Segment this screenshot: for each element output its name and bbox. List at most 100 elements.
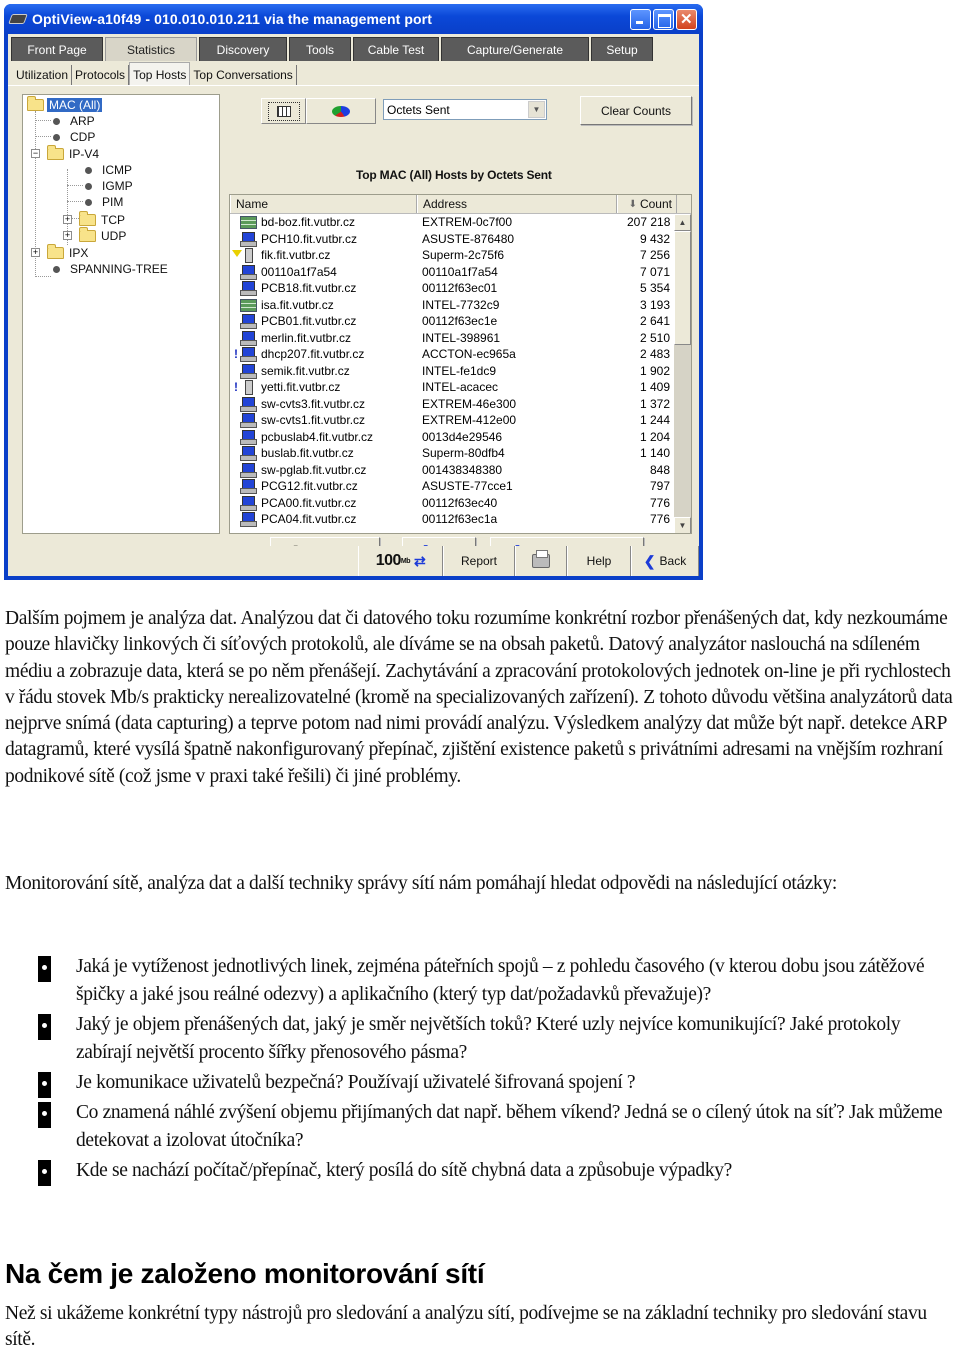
protocol-dot-icon: [53, 265, 60, 273]
clear-counts-button[interactable]: Clear Counts: [580, 96, 692, 125]
cell-count: 7 256: [639, 248, 670, 263]
paragraph-section-intro: Než si ukážeme konkrétní typy nástrojů p…: [5, 1303, 927, 1351]
pie-chart-icon: [332, 105, 350, 117]
table-row[interactable]: isa.fit.vutbr.cz INTEL-7732c9 3 193: [230, 297, 691, 314]
table-view-button[interactable]: [261, 98, 306, 124]
protocol-tree[interactable]: MAC (All) ARP CDP − IP-V4 ICMP IGMP PIM …: [22, 94, 220, 534]
table-row[interactable]: fik.fit.vutbr.cz Superm-2c75f6 7 256: [230, 247, 691, 264]
column-header-address[interactable]: Address: [417, 195, 617, 213]
tree-node-arp[interactable]: ARP: [49, 113, 97, 129]
alert-icon: !: [234, 347, 238, 361]
table-row[interactable]: pcbuslab4.fit.vutbr.cz 0013d4e29546 1 204: [230, 429, 691, 446]
table-row[interactable]: ! dhcp207.fit.vutbr.cz ACCTON-ec965a 2 483: [230, 346, 691, 363]
subtab-top-hosts[interactable]: Top Hosts: [129, 62, 191, 85]
cell-name: PCH10.fit.vutbr.cz: [230, 231, 417, 247]
table-row[interactable]: PCA04.fit.vutbr.cz 00112f63ec1a 776: [230, 511, 691, 528]
window-title: OptiView-a10f49 - 010.010.010.211 via th…: [32, 11, 432, 27]
tab-setup[interactable]: Setup: [591, 37, 653, 61]
table-row[interactable]: PCB01.fit.vutbr.cz 00112f63ec1e 2 641: [230, 313, 691, 330]
table-row[interactable]: ! yetti.fit.vutbr.cz INTEL-acacec 1 409: [230, 379, 691, 396]
report-button[interactable]: Report: [443, 546, 515, 576]
tree-node-pim[interactable]: PIM: [81, 194, 125, 210]
tree-node-tcp[interactable]: TCP: [79, 211, 127, 228]
scroll-up-icon[interactable]: ▲: [674, 214, 691, 231]
tree-node-cdp[interactable]: CDP: [49, 129, 97, 145]
tree-node-ipx[interactable]: IPX: [47, 244, 90, 261]
chart-view-button[interactable]: [306, 98, 376, 124]
expand-icon[interactable]: +: [31, 248, 40, 257]
tab-statistics[interactable]: Statistics: [105, 37, 197, 61]
window-client: Front Page Statistics Discovery Tools Ca…: [8, 34, 699, 576]
tree-node-udp[interactable]: UDP: [79, 227, 128, 244]
bullet-icon: [38, 1014, 51, 1040]
link-speed-indicator[interactable]: 100 Mb ⇄: [358, 546, 443, 576]
cell-count: 7 071: [639, 264, 670, 279]
duplex-arrows-icon: ⇄: [414, 552, 426, 569]
subtab-top-conversations[interactable]: Top Conversations: [190, 65, 297, 85]
view-toggle-group: [261, 98, 376, 124]
cell-address: INTEL-7732c9: [422, 297, 500, 312]
cell-address: Superm-80dfb4: [422, 446, 505, 461]
tab-tools[interactable]: Tools: [289, 37, 351, 61]
switch-icon: [240, 298, 257, 312]
tree-node-igmp[interactable]: IGMP: [81, 178, 135, 194]
back-button[interactable]: ❮ Back: [631, 546, 699, 576]
list-item: Jaký je objem přenášených dat, jaký je s…: [0, 1011, 960, 1067]
print-button[interactable]: [515, 546, 567, 576]
tab-front-page[interactable]: Front Page: [11, 37, 103, 61]
protocol-dot-icon: [85, 182, 92, 190]
title-bar[interactable]: OptiView-a10f49 - 010.010.010.211 via th…: [4, 4, 703, 34]
workstation-icon: [240, 462, 257, 478]
maximize-button[interactable]: [653, 8, 674, 30]
table-row[interactable]: semik.fit.vutbr.cz INTEL-fe1dc9 1 902: [230, 363, 691, 380]
cell-name: PCA00.fit.vutbr.cz: [230, 495, 417, 511]
cell-address: 00110a1f7a54: [422, 264, 498, 279]
expand-icon[interactable]: +: [63, 215, 72, 224]
cell-name: dhcp207.fit.vutbr.cz: [230, 347, 417, 363]
cell-name: buslab.fit.vutbr.cz: [230, 446, 417, 462]
table-row[interactable]: PCG12.fit.vutbr.cz ASUSTE-77cce1 797: [230, 478, 691, 495]
bullet-icon: [38, 1160, 51, 1186]
column-header-count[interactable]: ⬇ Count: [617, 195, 677, 213]
table-row[interactable]: PCB18.fit.vutbr.cz 00112f63ec01 5 354: [230, 280, 691, 297]
cell-name: sw-pglab.fit.vutbr.cz: [230, 462, 417, 478]
scroll-thumb[interactable]: [674, 231, 691, 345]
table-row[interactable]: merlin.fit.vutbr.cz INTEL-398961 2 510: [230, 330, 691, 347]
vertical-scrollbar[interactable]: ▲ ▼: [674, 214, 691, 533]
tree-node-spanning-tree[interactable]: SPANNING-TREE: [49, 261, 170, 277]
table-row[interactable]: sw-pglab.fit.vutbr.cz 001438348380 848: [230, 462, 691, 479]
workstation-icon: [240, 446, 257, 462]
cell-name: fik.fit.vutbr.cz: [230, 248, 417, 264]
metric-select[interactable]: Octets Sent ▼: [383, 99, 547, 120]
expand-icon[interactable]: +: [63, 231, 72, 240]
workstation-icon: [240, 429, 257, 445]
cell-address: 00112f63ec40: [422, 495, 498, 510]
table-row[interactable]: PCA00.fit.vutbr.cz 00112f63ec40 776: [230, 495, 691, 512]
section-heading: Na čem je založeno monitorování sítí: [5, 1258, 485, 1289]
collapse-icon[interactable]: −: [31, 149, 40, 158]
subtab-protocols[interactable]: Protocols: [72, 65, 130, 85]
close-button[interactable]: [676, 8, 697, 30]
tab-cable-test[interactable]: Cable Test: [353, 37, 439, 61]
dropdown-arrow-icon[interactable]: ▼: [528, 101, 545, 118]
table-row[interactable]: buslab.fit.vutbr.cz Superm-80dfb4 1 140: [230, 445, 691, 462]
table-row[interactable]: 00110a1f7a54 00110a1f7a54 7 071: [230, 264, 691, 281]
scroll-down-icon[interactable]: ▼: [674, 517, 691, 533]
minimize-button[interactable]: [630, 8, 651, 30]
folder-open-icon: [27, 96, 44, 111]
table-row[interactable]: sw-cvts1.fit.vutbr.cz EXTREM-412e00 1 244: [230, 412, 691, 429]
cell-address: Superm-2c75f6: [422, 248, 505, 263]
tree-node-icmp[interactable]: ICMP: [81, 162, 134, 178]
tree-node-mac-all[interactable]: MAC (All): [27, 96, 103, 113]
table-row[interactable]: bd-boz.fit.vutbr.cz EXTREM-0c7f00 207 218: [230, 214, 691, 231]
cell-name: 00110a1f7a54: [230, 264, 417, 280]
subtab-utilization[interactable]: Utilization: [13, 65, 73, 85]
cell-address: ASUSTE-876480: [422, 231, 515, 246]
tab-capture-generate[interactable]: Capture/Generate: [441, 37, 589, 61]
help-button[interactable]: Help: [567, 546, 631, 576]
table-row[interactable]: PCH10.fit.vutbr.cz ASUSTE-876480 9 432: [230, 231, 691, 248]
column-header-name[interactable]: Name: [230, 195, 417, 213]
tree-node-ip-v4[interactable]: IP-V4: [47, 145, 101, 162]
tab-discovery[interactable]: Discovery: [199, 37, 287, 61]
table-row[interactable]: sw-cvts3.fit.vutbr.cz EXTREM-46e300 1 372: [230, 396, 691, 413]
